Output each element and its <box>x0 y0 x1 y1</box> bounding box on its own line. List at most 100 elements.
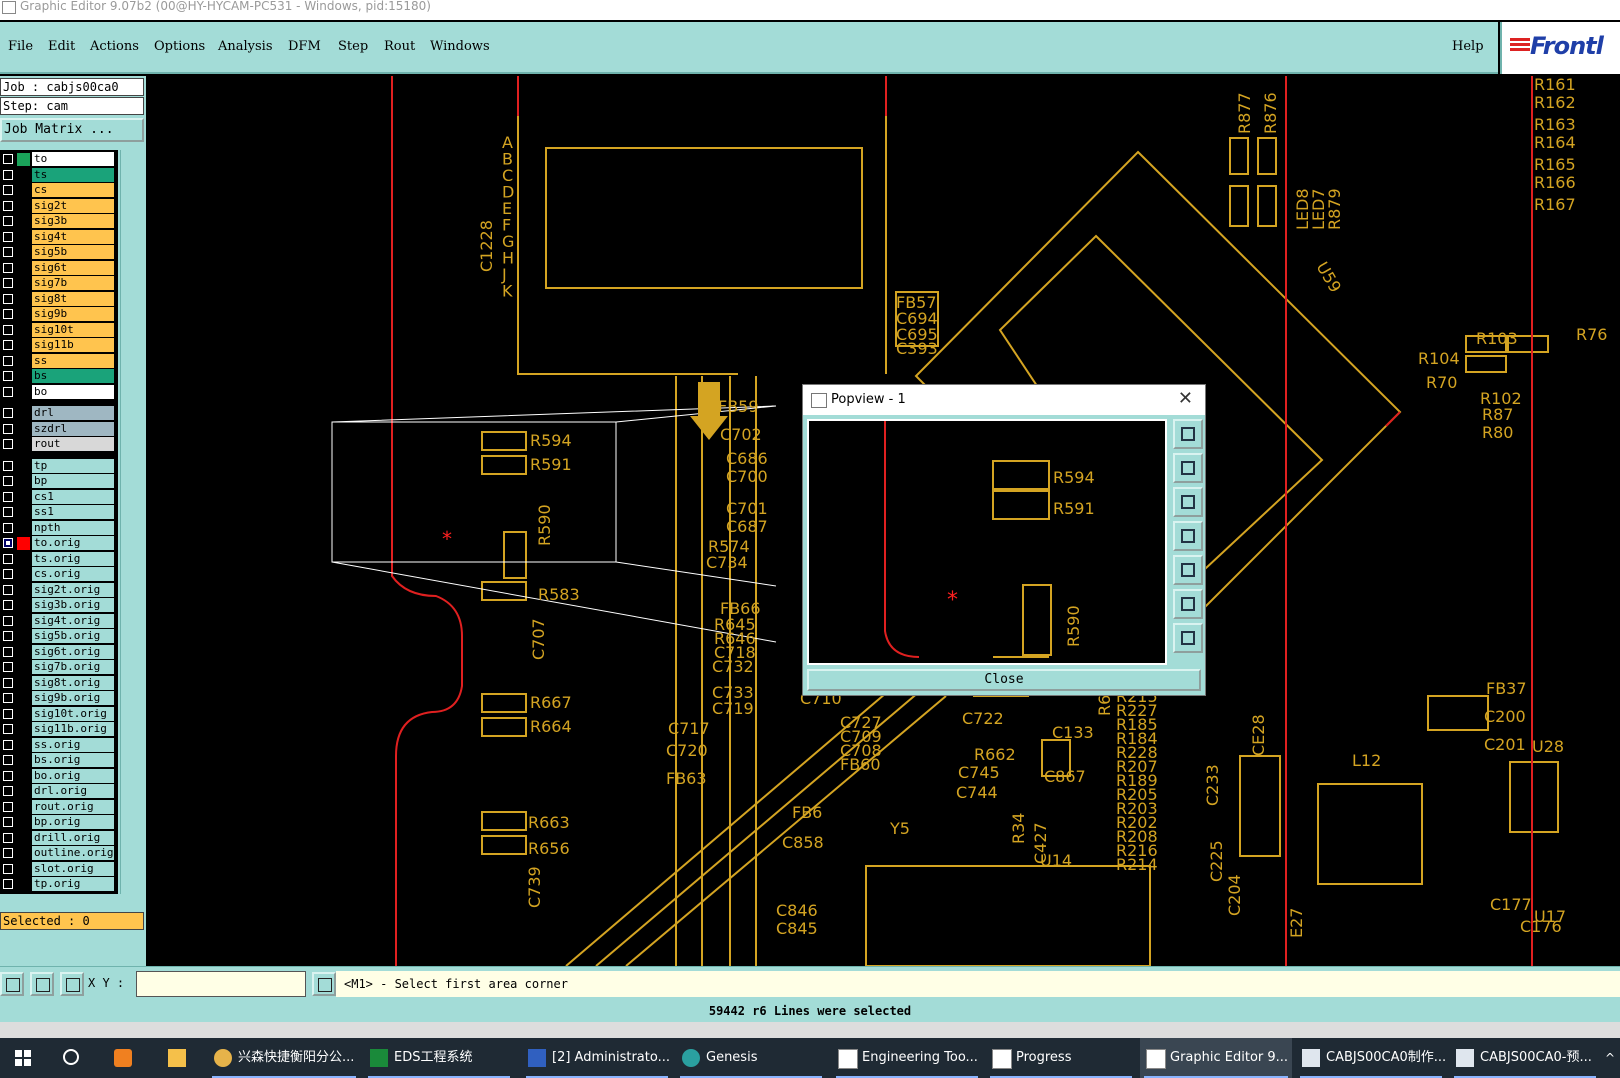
layer-row[interactable]: cs1 <box>0 489 118 505</box>
layer-checkbox[interactable] <box>3 832 13 843</box>
layer-color-marker[interactable] <box>17 407 30 420</box>
layer-color-marker[interactable] <box>17 491 30 504</box>
layer-name[interactable]: sig7b.orig <box>32 660 114 674</box>
layer-name[interactable]: sig10t <box>32 322 114 337</box>
layer-checkbox[interactable] <box>3 646 13 657</box>
menu-step[interactable]: Step <box>338 39 368 54</box>
layer-name[interactable]: drl.orig <box>32 784 114 798</box>
layer-color-marker[interactable] <box>17 277 30 290</box>
layer-checkbox[interactable] <box>3 371 13 381</box>
layer-color-marker[interactable] <box>17 754 30 767</box>
layer-name[interactable]: ss <box>32 353 114 368</box>
layer-row[interactable]: rout.orig <box>0 799 118 815</box>
layer-row[interactable]: sig3b <box>0 214 118 229</box>
xy-input[interactable] <box>136 971 306 997</box>
layer-checkbox[interactable] <box>3 386 13 397</box>
layer-row[interactable]: to.orig <box>0 536 118 551</box>
layer-checkbox[interactable] <box>3 408 13 418</box>
layer-color-marker[interactable] <box>17 816 30 829</box>
layer-row[interactable]: ss1 <box>0 505 118 520</box>
layer-row[interactable]: sig8t.orig <box>0 675 118 691</box>
layer-checkbox[interactable] <box>3 801 13 812</box>
layer-checkbox[interactable] <box>3 262 13 273</box>
job-matrix-button[interactable]: Job Matrix ... <box>0 118 144 142</box>
layer-name[interactable]: tp <box>32 458 114 473</box>
layer-row[interactable]: bo.orig <box>0 768 118 784</box>
taskbar-item-7[interactable]: CABJS00CA0制作... <box>1296 1038 1446 1078</box>
layer-row[interactable]: cs.orig <box>0 567 118 582</box>
layer-name[interactable]: sig2t.orig <box>32 582 114 597</box>
layer-name[interactable]: cs.orig <box>32 567 114 581</box>
menu-file[interactable]: File <box>8 39 33 54</box>
layer-row[interactable]: sig11b <box>0 338 118 353</box>
layer-name[interactable]: sig9b <box>32 307 114 321</box>
layer-name[interactable]: sig2t <box>32 198 114 213</box>
layer-color-marker[interactable] <box>17 537 30 550</box>
close-icon[interactable]: ✕ <box>1178 388 1193 409</box>
layer-color-marker[interactable] <box>17 878 30 891</box>
layer-color-marker[interactable] <box>17 475 30 488</box>
layer-color-marker[interactable] <box>17 423 30 436</box>
layer-name[interactable]: npth <box>32 520 114 535</box>
layer-color-marker[interactable] <box>17 615 30 628</box>
layer-row[interactable]: ss.orig <box>0 737 118 753</box>
layer-color-marker[interactable] <box>17 770 30 783</box>
layer-color-marker[interactable] <box>17 692 30 705</box>
taskbar-item-0[interactable]: 兴森快捷衡阳分公... <box>208 1038 360 1078</box>
layer-row[interactable]: bp <box>0 474 118 489</box>
layer-name[interactable]: ss.orig <box>32 737 114 752</box>
layer-checkbox[interactable] <box>3 879 13 889</box>
layer-name[interactable]: sig9b.orig <box>32 691 114 705</box>
popview-tool-button[interactable] <box>1173 419 1203 449</box>
layer-checkbox[interactable] <box>3 538 13 548</box>
menu-edit[interactable]: Edit <box>48 39 75 54</box>
layer-color-marker[interactable] <box>17 847 30 860</box>
layer-row[interactable]: sig2t <box>0 198 118 214</box>
tray-overflow[interactable]: ^ <box>1602 1038 1620 1078</box>
layer-name[interactable]: bs.orig <box>32 753 114 767</box>
layer-row[interactable]: sig9b <box>0 307 118 322</box>
layer-color-marker[interactable] <box>17 355 30 368</box>
layer-list-scrollbar[interactable] <box>120 150 145 894</box>
layer-color-marker[interactable] <box>17 460 30 473</box>
layer-checkbox[interactable] <box>3 293 13 304</box>
taskbar-item-3[interactable]: Genesis <box>676 1038 826 1078</box>
taskbar-item-4[interactable]: Engineering Too... <box>832 1038 982 1078</box>
layer-color-marker[interactable] <box>17 863 30 876</box>
layer-row[interactable]: sig3b.orig <box>0 598 118 613</box>
layer-checkbox[interactable] <box>3 677 13 688</box>
layer-name[interactable]: sig11b.orig <box>32 722 114 736</box>
layer-row[interactable]: outline.orig <box>0 846 118 861</box>
layer-name[interactable]: bs <box>32 369 114 383</box>
layer-name[interactable]: sig10t.orig <box>32 706 114 721</box>
layer-color-marker[interactable] <box>17 553 30 566</box>
layer-name[interactable]: sig8t <box>32 291 114 306</box>
layer-checkbox[interactable] <box>3 185 13 195</box>
layer-name[interactable]: bo.orig <box>32 768 114 783</box>
layer-name[interactable]: drl <box>32 406 114 420</box>
layer-checkbox[interactable] <box>3 584 13 595</box>
layer-row[interactable]: tp <box>0 458 118 474</box>
layer-color-marker[interactable] <box>17 308 30 321</box>
layer-checkbox[interactable] <box>3 693 13 703</box>
layer-color-marker[interactable] <box>17 832 30 845</box>
layer-name[interactable]: bo <box>32 384 114 399</box>
popview-tool-button[interactable] <box>1173 589 1203 619</box>
layer-color-marker[interactable] <box>17 801 30 814</box>
layer-color-marker[interactable] <box>17 153 30 166</box>
taskbar-item-8[interactable]: CABJS00CA0-预... <box>1450 1038 1600 1078</box>
layer-checkbox[interactable] <box>3 569 13 579</box>
layer-row[interactable]: bo <box>0 384 118 400</box>
layer-row[interactable]: sig9b.orig <box>0 691 118 706</box>
menu-actions[interactable]: Actions <box>90 39 139 54</box>
layer-checkbox[interactable] <box>3 309 13 319</box>
layer-color-marker[interactable] <box>17 723 30 736</box>
layer-checkbox[interactable] <box>3 154 13 164</box>
layer-row[interactable]: bp.orig <box>0 815 118 830</box>
layer-name[interactable]: slot.orig <box>32 861 114 876</box>
taskbar-pinned-app[interactable] <box>104 1038 144 1078</box>
layer-row[interactable]: drl <box>0 406 118 421</box>
layer-name[interactable]: sig6t.orig <box>32 644 114 659</box>
layer-checkbox[interactable] <box>3 507 13 517</box>
layer-name[interactable]: ts <box>32 167 114 182</box>
